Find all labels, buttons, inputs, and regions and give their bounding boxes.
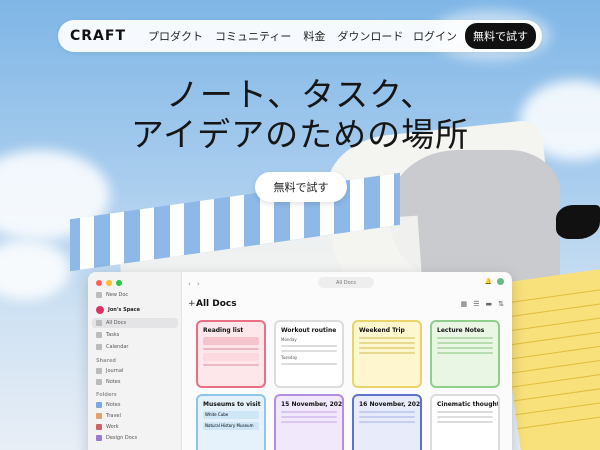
sidebar-folder-notes[interactable]: Notes	[96, 402, 120, 408]
card-preview-block	[203, 353, 259, 361]
doc-card-weekend-trip[interactable]: Weekend Trip	[352, 320, 422, 388]
top-nav: CRAFT プロダクト コミュニティー 料金 ダウンロード ログイン 無料で試す	[58, 20, 542, 52]
hero-headline-line2: アイデアのための場所	[130, 115, 470, 154]
card-preview-line	[203, 364, 259, 366]
card-preview-line	[437, 411, 493, 413]
doc-card-lecture-notes[interactable]: Lecture Notes	[430, 320, 500, 388]
nav-links: プロダクト コミュニティー 料金 ダウンロード	[148, 28, 413, 44]
calendar-icon	[96, 344, 102, 350]
minimize-dot-icon[interactable]	[106, 280, 112, 286]
card-preview-line	[359, 347, 415, 349]
sidebar-item-tasks[interactable]: Tasks	[96, 332, 119, 338]
card-preview-line	[281, 421, 337, 423]
add-doc-icon[interactable]: +	[188, 299, 196, 309]
card-preview-line	[437, 421, 493, 423]
sidebar-folders-header: Folders	[96, 392, 117, 398]
nav-link-product[interactable]: プロダクト	[148, 28, 203, 44]
card-preview-line	[359, 337, 415, 339]
card-preview-line	[359, 352, 415, 354]
sidebar-item-notes-shared[interactable]: Notes	[96, 379, 120, 385]
sidebar-folder-design-docs[interactable]: Design Docs	[96, 435, 137, 441]
card-preview-line	[359, 342, 415, 344]
sidebar-item-calendar[interactable]: Calendar	[96, 344, 128, 350]
nav-link-community[interactable]: コミュニティー	[215, 28, 291, 44]
new-doc-icon	[96, 292, 102, 298]
doc-card-cinematic-thoughts[interactable]: Cinematic thoughts	[430, 394, 500, 450]
card-preview-line	[281, 350, 337, 352]
card-preview-line	[281, 411, 337, 413]
sidebar-item-journal[interactable]: Journal	[96, 368, 123, 374]
folder-icon	[96, 435, 102, 441]
close-dot-icon[interactable]	[96, 280, 102, 286]
card-preview-line	[359, 421, 415, 423]
nav-link-pricing[interactable]: 料金	[303, 28, 325, 44]
app-sidebar: New Doc Jon's Space All Docs Tasks Calen…	[88, 272, 182, 450]
grid-view-icon[interactable]: ▦	[461, 300, 468, 308]
doc-card-reading-list[interactable]: Reading list	[196, 320, 266, 388]
card-preview-line	[281, 363, 337, 365]
forward-chevron-icon[interactable]: ›	[197, 280, 200, 288]
card-preview-line	[281, 416, 337, 418]
notes-icon	[96, 379, 102, 385]
try-free-button-hero[interactable]: 無料で試す	[255, 172, 347, 202]
list-view-icon[interactable]: ☰	[473, 300, 479, 308]
doc-card-museums[interactable]: Museums to visit White Cube Natural Hist…	[196, 394, 266, 450]
try-free-button-nav[interactable]: 無料で試す	[465, 23, 536, 49]
sidebar-folder-work[interactable]: Work	[96, 424, 119, 430]
docs-icon	[96, 320, 102, 326]
cloud-decoration	[0, 240, 70, 300]
folder-icon	[96, 413, 102, 419]
card-preview-line	[359, 411, 415, 413]
card-preview-block: White Cube	[203, 411, 259, 419]
card-preview-line	[437, 337, 493, 339]
sidebar-new-doc[interactable]: New Doc	[96, 292, 128, 298]
collage-shape	[556, 205, 600, 239]
search-pill[interactable]: All Docs	[318, 277, 374, 288]
card-preview-block: Natural History Museum	[203, 422, 259, 430]
craft-logo[interactable]: CRAFT	[70, 28, 148, 44]
card-preview-line	[437, 347, 493, 349]
sidebar-item-all-docs[interactable]: All Docs	[96, 320, 126, 326]
folder-icon	[96, 424, 102, 430]
app-window-preview: New Doc Jon's Space All Docs Tasks Calen…	[88, 272, 512, 450]
sidebar-space[interactable]: Jon's Space	[96, 306, 140, 314]
page-title: All Docs	[196, 299, 237, 309]
card-preview-line	[203, 348, 259, 350]
yellow-notepad	[497, 268, 600, 450]
card-preview-line	[437, 416, 493, 418]
card-preview-line	[281, 345, 337, 347]
back-chevron-icon[interactable]: ‹	[188, 280, 191, 288]
sort-icon[interactable]: ⇅	[498, 300, 504, 308]
sidebar-folder-travel[interactable]: Travel	[96, 413, 121, 419]
doc-card-workout-routine[interactable]: Workout routine Monday Tuesday	[274, 320, 344, 388]
doc-card-15-november[interactable]: 15 November, 2025	[274, 394, 344, 450]
journal-icon	[96, 368, 102, 374]
card-preview-line	[359, 416, 415, 418]
avatar[interactable]	[497, 278, 504, 285]
window-controls	[96, 280, 122, 286]
login-link[interactable]: ログイン	[413, 28, 457, 44]
view-tools: ▦ ☰ ▬ ⇅	[461, 300, 504, 308]
card-preview-line	[437, 342, 493, 344]
avatar	[96, 306, 104, 314]
tasks-icon	[96, 332, 102, 338]
folder-icon	[96, 402, 102, 408]
card-preview-line	[437, 352, 493, 354]
bell-icon[interactable]: 🔔	[485, 278, 492, 285]
sidebar-shared-header: Shared	[96, 358, 116, 364]
maximize-dot-icon[interactable]	[116, 280, 122, 286]
card-preview-block	[203, 337, 259, 345]
nav-link-download[interactable]: ダウンロード	[337, 28, 403, 44]
doc-card-16-november[interactable]: 16 November, 2025	[352, 394, 422, 450]
filter-icon[interactable]: ▬	[486, 300, 493, 308]
